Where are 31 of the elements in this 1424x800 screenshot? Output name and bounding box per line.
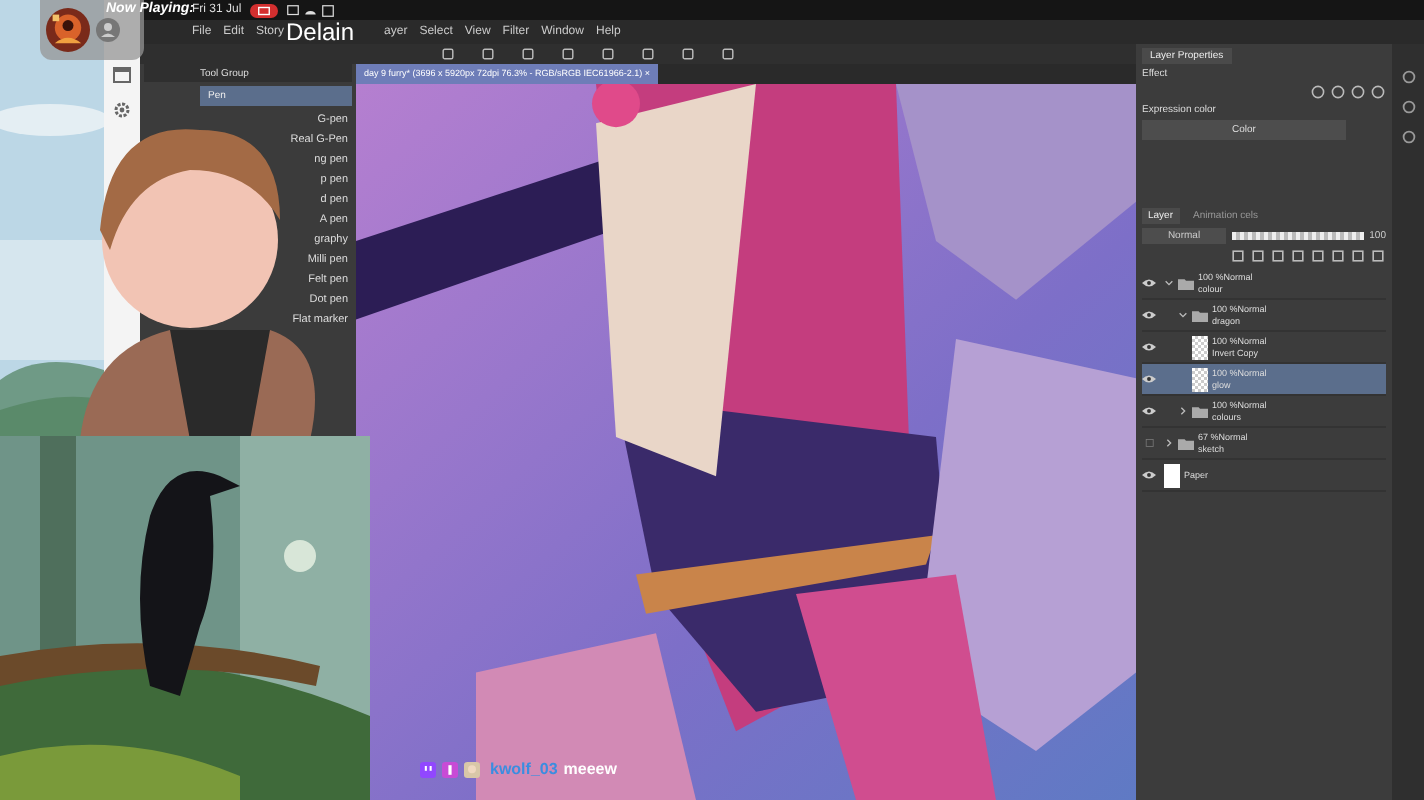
toolbar-icon[interactable]	[640, 46, 656, 62]
eye-icon[interactable]	[1142, 374, 1156, 384]
toolbar-icon[interactable]	[680, 46, 696, 62]
chevron-icon[interactable]	[1164, 438, 1174, 448]
chevron-icon[interactable]	[1178, 310, 1188, 320]
layer-thumbnail	[1164, 463, 1180, 487]
record-icon[interactable]	[249, 3, 278, 17]
toolbar-icon[interactable]	[600, 46, 616, 62]
eye-icon[interactable]	[1142, 406, 1156, 416]
toolbar-icon[interactable]	[440, 46, 456, 62]
folder-icon	[1192, 309, 1208, 321]
folder-icon	[1192, 405, 1208, 417]
layer-thumbnail	[1192, 367, 1208, 391]
toolbar-icon[interactable]	[520, 46, 536, 62]
eye-icon[interactable]	[1142, 470, 1156, 480]
toolbar-icon[interactable]	[720, 46, 736, 62]
chevron-icon[interactable]	[1178, 406, 1188, 416]
settings-icon[interactable]	[112, 100, 132, 120]
toolbar-icon[interactable]	[560, 46, 576, 62]
chevron-icon[interactable]	[1164, 278, 1174, 288]
eye-icon[interactable]	[1142, 278, 1156, 288]
folder-icon	[1178, 437, 1194, 449]
empty-checkbox-icon[interactable]	[1142, 438, 1156, 448]
toolbar-icon[interactable]	[480, 46, 496, 62]
layer-thumbnail	[1192, 335, 1208, 359]
window-icon[interactable]	[112, 64, 132, 84]
eye-icon[interactable]	[1142, 342, 1156, 352]
song-title: Delain	[286, 20, 355, 44]
folder-icon	[1178, 277, 1194, 289]
opacity-slider[interactable]	[1232, 232, 1364, 240]
eye-icon[interactable]	[1142, 310, 1156, 320]
